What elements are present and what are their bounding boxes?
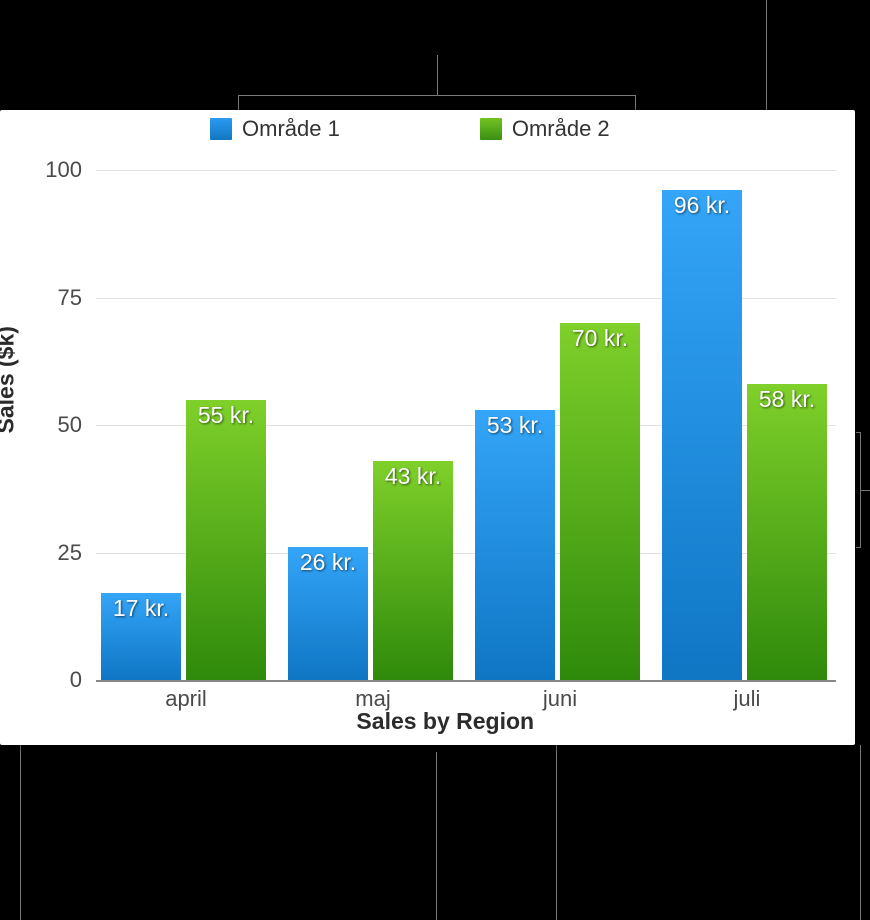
legend-label-series2: Område 2: [512, 116, 610, 142]
x-axis-title: Sales by Region: [356, 708, 534, 735]
bar-s2-april: 55 kr.: [186, 400, 266, 681]
callout-bottom-right-line: [860, 745, 861, 920]
y-tick-100: 100: [45, 157, 82, 183]
y-tick-75: 75: [58, 285, 82, 311]
gridline-100: [96, 170, 836, 171]
legend: Område 1 Område 2: [210, 116, 610, 142]
bar-s1-juli: 96 kr.: [662, 190, 742, 680]
legend-item-series1: Område 1: [210, 116, 340, 142]
bar-label-s1-maj: 26 kr.: [300, 549, 356, 576]
bar-s1-april: 17 kr.: [101, 593, 181, 680]
bar-label-s2-juni: 70 kr.: [572, 325, 628, 352]
bar-s1-juni: 53 kr.: [475, 410, 555, 680]
callout-legend-bracket: [238, 95, 636, 96]
bar-label-s1-juli: 96 kr.: [674, 192, 730, 219]
y-tick-0: 0: [70, 667, 82, 693]
x-tick-juli: juli: [734, 686, 761, 712]
x-tick-april: april: [165, 686, 207, 712]
x-tick-juni: juni: [543, 686, 577, 712]
callout-right-bracket-top: [856, 432, 861, 433]
bar-label-s2-april: 55 kr.: [198, 402, 254, 429]
callout-right-bracket-bot: [856, 547, 861, 548]
gridline-0: [96, 680, 836, 682]
bar-s2-maj: 43 kr.: [373, 461, 453, 680]
legend-swatch-blue: [210, 118, 232, 140]
bar-label-s1-april: 17 kr.: [113, 595, 169, 622]
callout-yaxis-line: [20, 745, 21, 920]
callout-right-bracket-stem: [860, 490, 870, 491]
y-tick-50: 50: [58, 412, 82, 438]
x-tick-maj: maj: [355, 686, 390, 712]
legend-swatch-green: [480, 118, 502, 140]
plot-area: 0 25 50 75 100 17 kr. 55 kr. april 26 kr…: [96, 170, 836, 680]
callout-xtitle-line: [436, 752, 437, 920]
bar-label-s2-maj: 43 kr.: [385, 463, 441, 490]
callout-legend-stem: [437, 55, 438, 95]
y-tick-25: 25: [58, 540, 82, 566]
bar-s2-juli: 58 kr.: [747, 384, 827, 680]
legend-label-series1: Område 1: [242, 116, 340, 142]
legend-item-series2: Område 2: [480, 116, 610, 142]
y-axis-title: Sales ($k): [0, 326, 20, 433]
bar-s1-maj: 26 kr.: [288, 547, 368, 680]
bar-s2-juni: 70 kr.: [560, 323, 640, 680]
bar-label-s1-juni: 53 kr.: [487, 412, 543, 439]
bar-label-s2-juli: 58 kr.: [759, 386, 815, 413]
chart-card: Område 1 Område 2 Sales ($k) Sales by Re…: [0, 110, 855, 745]
